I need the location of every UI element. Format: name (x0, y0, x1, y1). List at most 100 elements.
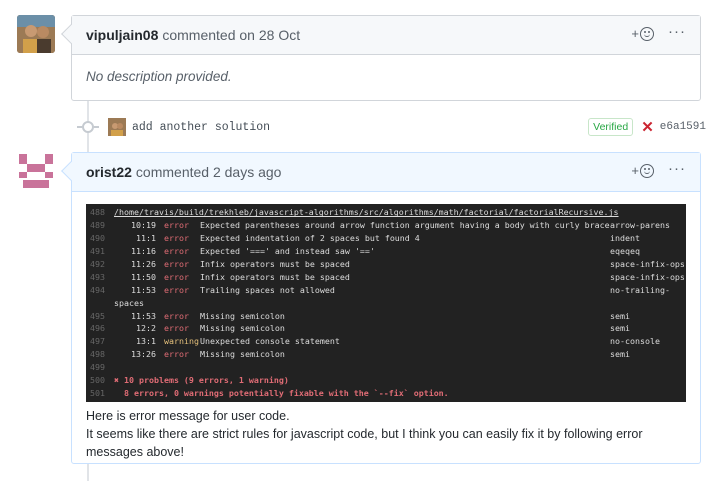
terminal-line: 494 11:53 error Trailing spaces not allowed… (86, 283, 686, 296)
issue-rule: space-infix-ops (610, 271, 685, 282)
avatar[interactable] (17, 15, 55, 53)
line-number: 488 (90, 207, 105, 218)
issue-severity: error (164, 323, 189, 334)
smiley-icon (640, 163, 654, 178)
commit-icon (77, 121, 99, 133)
line-number: 492 (90, 259, 105, 269)
issue-message: Expected '===' and instead saw '==' (200, 246, 375, 257)
more-options-button[interactable]: ··· (668, 161, 686, 178)
summary-text: 8 errors, 0 warnings potentially fixable… (114, 387, 449, 398)
terminal-line: 493 11:50 error Infix operators must be spa… (86, 270, 686, 283)
commit-meta: Verified ✕ e6a1591 (588, 118, 706, 136)
line-number: 499 (90, 362, 105, 373)
comment-timestamp[interactable]: commented on 28 Oct (162, 27, 300, 43)
line-number: 497 (90, 336, 105, 347)
issue-severity: error (164, 259, 189, 269)
commit-sha[interactable]: e6a1591 (660, 121, 706, 133)
comment-box: vipuljain08 commented on 28 Oct + ··· No… (61, 15, 701, 101)
issue-rule: semi (610, 323, 630, 334)
issue-location: 11:53 (131, 310, 156, 321)
comment-box: orist22 commented 2 days ago + ··· 488 /… (61, 152, 701, 464)
plus-label: + (631, 163, 639, 178)
issue-location: 11:16 (131, 246, 156, 257)
terminal-line: 489 10:19 error Expected parentheses around… (86, 219, 686, 232)
more-options-button[interactable]: ··· (668, 24, 686, 41)
smiley-icon (640, 26, 654, 41)
terminal-line: 501 8 errors, 0 warnings potentially fix… (86, 386, 686, 399)
line-number: 494 (90, 284, 105, 295)
line-number: 496 (90, 323, 105, 334)
issue-rule: indent (610, 233, 640, 244)
terminal-line: 498 13:26 error Missing semicolon semi (86, 348, 686, 361)
comment-body: Here is error message for user code. It … (72, 407, 700, 461)
issue-severity: warning (164, 336, 199, 347)
avatar[interactable] (17, 152, 55, 190)
terminal-line: 500 ✖ 10 problems (9 errors, 1 warning) (86, 374, 686, 387)
issue-message: Infix operators must be spaced (200, 259, 350, 269)
issue-severity: error (164, 284, 189, 295)
commit-message[interactable]: add another solution (132, 121, 270, 134)
terminal-output: 488 /home/travis/build/trekhleb/javascri… (86, 204, 686, 403)
line-number: 490 (90, 233, 105, 244)
issue-location: 11:1 (136, 233, 156, 244)
terminal-line: 492 11:26 error Infix operators must be spa… (86, 258, 686, 271)
issue-severity: error (164, 220, 189, 231)
issue-location: 10:19 (131, 220, 156, 231)
issue-severity: error (164, 310, 189, 321)
issue-message: Expected parentheses around arrow functi… (200, 220, 610, 231)
issue-location: 11:53 (131, 284, 156, 295)
issue-location: 11:50 (131, 271, 156, 282)
terminal-line: 497 13:1 warning Unexpected console stateme… (86, 335, 686, 348)
terminal-line: spaces (86, 296, 686, 309)
issue-message: Infix operators must be spaced (200, 271, 350, 282)
issue-message: spaces (114, 297, 144, 308)
line-number: 495 (90, 310, 105, 321)
x-icon[interactable]: ✕ (641, 118, 654, 136)
issue-location: 11:26 (131, 259, 156, 269)
issue-message: Missing semicolon (200, 323, 285, 334)
line-number: 498 (90, 349, 105, 360)
issue-severity: error (164, 271, 189, 282)
comment-actions: + ··· (631, 24, 686, 42)
issue-severity: error (164, 349, 189, 360)
comment-actions: + ··· (631, 161, 686, 179)
issue-rule: eqeqeq (610, 246, 640, 257)
file-path: /home/travis/build/trekhleb/javascript-a… (114, 207, 619, 218)
issue-message: Expected indentation of 2 spaces but fou… (200, 233, 420, 244)
comment-text: No description provided. (86, 69, 232, 84)
issue-severity: error (164, 246, 189, 257)
add-reaction-button[interactable]: + (631, 26, 654, 41)
summary-text: ✖ 10 problems (9 errors, 1 warning) (114, 375, 289, 386)
terminal-line: 496 12:2 error Missing semicolon semi (86, 322, 686, 335)
comment-body: No description provided. (72, 55, 700, 98)
line-number: 501 (90, 387, 105, 398)
line-number: 489 (90, 220, 105, 231)
comment-timestamp[interactable]: commented 2 days ago (136, 164, 282, 180)
terminal-line: 499 (86, 361, 686, 374)
issue-rule: semi (610, 349, 630, 360)
issue-rule: arrow-parens (610, 220, 670, 231)
avatar[interactable] (108, 118, 126, 136)
line-number: 500 (90, 375, 105, 386)
plus-label: + (631, 26, 639, 41)
verified-badge[interactable]: Verified (588, 118, 634, 136)
issue-severity: error (164, 233, 189, 244)
add-reaction-button[interactable]: + (631, 163, 654, 178)
comment-text: It seems like there are strict rules for… (86, 427, 643, 460)
issue-location: 13:1 (136, 336, 156, 347)
line-number: 493 (90, 271, 105, 282)
comment-header: vipuljain08 commented on 28 Oct + ··· (72, 16, 700, 55)
terminal-line: 495 11:53 error Missing semicolon semi (86, 309, 686, 322)
commit-row: add another solution Verified ✕ e6a1591 (77, 116, 706, 138)
comment-author[interactable]: orist22 (86, 164, 132, 180)
terminal-line: 490 11:1 error Expected indentation of 2 sp… (86, 232, 686, 245)
issue-message: Unexpected console statement (200, 336, 340, 347)
comment-author[interactable]: vipuljain08 (86, 27, 158, 43)
issue-message: Missing semicolon (200, 310, 285, 321)
issue-message: Missing semicolon (200, 349, 285, 360)
terminal-line: 491 11:16 error Expected '===' and instead … (86, 245, 686, 258)
issue-location: 13:26 (131, 349, 156, 360)
line-number: 491 (90, 246, 105, 257)
issue-message: Trailing spaces not allowed (200, 284, 335, 295)
issue-location: 12:2 (136, 323, 156, 334)
